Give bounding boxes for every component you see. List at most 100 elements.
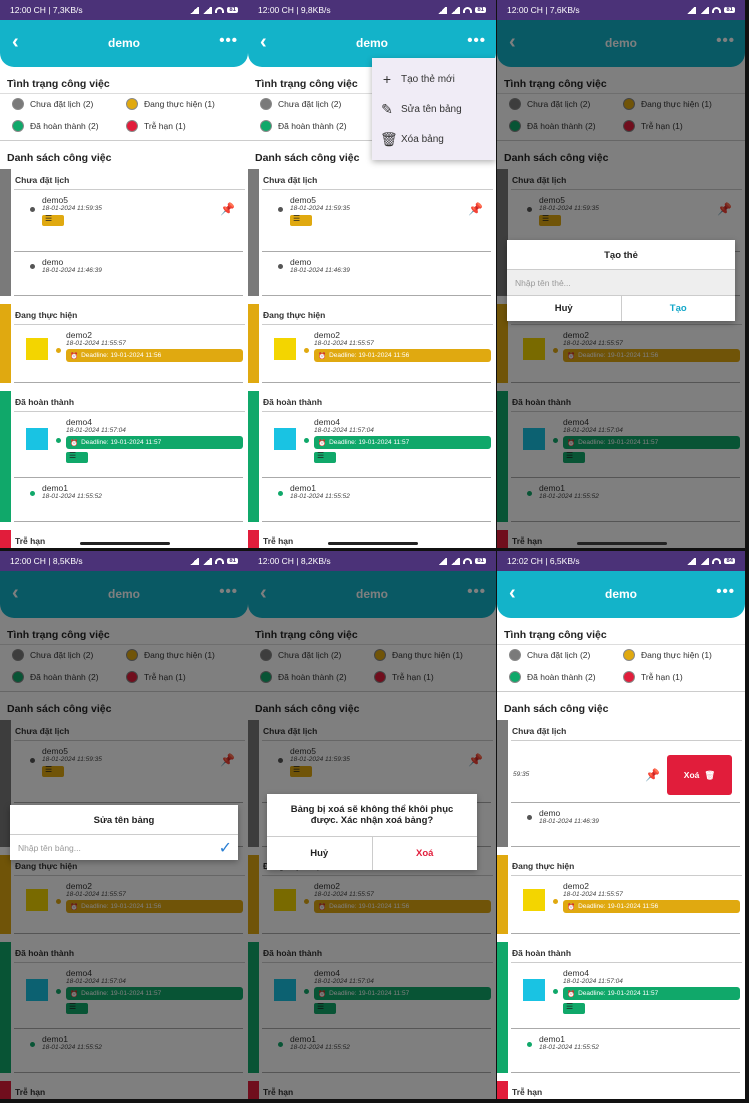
phone-screen: 12:00 CH | 8,5KB/s 81 ‹ demo ••• Tình tr… [0,551,248,1099]
status-time: 12:00 CH | 9,8KB/s [258,5,331,15]
card-dot [527,1042,532,1047]
card-name: demo1 [539,1034,565,1044]
dialog-title: Tạo thẻ [604,250,638,261]
signal-icon [437,557,448,565]
card-time: 18-01-2024 11:55:57 [563,891,623,898]
card-time: 18-01-2024 11:57:04 [66,427,126,434]
status-dot-icon [260,98,272,110]
group-color-bar [0,169,11,296]
gesture-bar[interactable] [80,542,170,545]
legend-item: Đã hoàn thành (2) [260,120,374,132]
task-card[interactable]: demo2 18-01-2024 11:55:57 ⏰Deadline: 19-… [14,325,243,383]
status-dot-icon [509,671,521,683]
task-card[interactable]: demo1 18-01-2024 11:55:52 [14,478,243,522]
pin-icon[interactable]: 📌 [468,202,483,216]
group-color-bar [497,855,508,934]
pin-icon[interactable]: 📌 [645,768,660,782]
board-name-input[interactable]: Nhập tên bảng... ✓ [10,834,238,860]
task-card[interactable]: demo1 18-01-2024 11:55:52 [262,478,491,522]
group-color-bar [248,391,259,522]
battery-icon: 81 [475,7,486,13]
menu-item-delete-board[interactable]: 🗑 Xóa bảng [372,124,496,154]
card-name: demo1 [290,483,316,493]
delete-button[interactable]: Xoá [371,837,478,870]
menu-item-create-card[interactable]: + Tạo thẻ mới [372,64,496,94]
gesture-bar[interactable] [328,542,418,545]
group-title: Trễ hạn [14,533,245,548]
group-done: Đã hoàn thành demo4 18-01-2024 11:57:04 … [0,391,248,522]
card-time: 18-01-2024 11:59:35 [42,205,102,212]
signal-icon [437,6,448,14]
signal-icon [189,6,200,14]
phone-screen: 12:00 CH | 9,8KB/s 81 ‹ demo ••• Tình tr… [248,0,496,548]
phone-screen: 12:00 CH | 7,3KB/s 81 ‹ demo ••• Tình tr… [0,0,248,548]
swipe-delete-button[interactable]: Xoá 🗑 [667,755,732,795]
status-bar: 12:00 CH | 8,5KB/s 81 [0,551,248,571]
create-card-dialog: Tạo thẻ Nhập tên thẻ... Huỷ Tạo [507,240,735,321]
task-card[interactable]: demo 18-01-2024 11:46:39 [262,252,491,296]
card-time: 18-01-2024 11:55:57 [314,340,374,347]
status-time: 12:00 CH | 8,2KB/s [258,556,331,566]
group-color-bar [248,169,259,296]
clock-icon: ⏰ [567,903,576,911]
group-title: Đã hoàn thành [511,945,742,963]
card-cover-image [26,338,48,360]
group-color-bar [497,720,508,847]
group-color-bar [248,304,259,383]
clock-icon: ⏰ [318,352,327,360]
clock-icon: ⏰ [567,990,576,998]
group-color-bar [0,304,11,383]
more-options-button[interactable]: ••• [716,583,735,600]
status-icons: 84 [686,557,735,565]
task-card[interactable]: demo 18-01-2024 11:46:39 [14,252,243,296]
legend-item: Đang thực hiện (1) [623,649,737,661]
signal-icon [189,557,200,565]
legend-item: Trễ hạn (1) [126,120,240,132]
gesture-bar[interactable] [577,542,667,545]
screenshot-grid: 12:00 CH | 7,3KB/s 81 ‹ demo ••• Tình tr… [0,0,749,1103]
create-button[interactable]: Tạo [620,296,736,321]
cancel-button[interactable]: Huỷ [507,296,621,321]
legend-item: Chưa đặt lịch (2) [12,98,126,110]
status-dot-icon [623,649,635,661]
status-legend: Chưa đặt lịch (2) Đang thực hiện (1) Đã … [497,644,745,692]
group-late: Trễ hạn demo3 18-01-2024 11:56:03 [248,530,496,548]
more-options-button[interactable]: ••• [467,32,486,49]
deadline-text: Deadline: 19-01-2024 11:56 [578,903,659,910]
task-card[interactable]: demo 18-01-2024 11:46:39 [511,803,740,847]
card-name-input[interactable]: Nhập tên thẻ... [507,269,735,295]
pin-icon[interactable]: 📌 [220,202,235,216]
task-card[interactable]: demo2 18-01-2024 11:55:57 ⏰Deadline: 19-… [511,876,740,934]
wifi-icon [463,558,473,564]
status-icons: 81 [686,6,735,14]
task-card[interactable]: demo1 18-01-2024 11:55:52 [511,1029,740,1073]
task-card[interactable]: 59:35 📌 Xoá 🗑 [511,741,740,803]
card-dot [278,264,283,269]
group-title: Chưa đặt lịch [262,172,493,190]
group-title: Chưa đặt lịch [511,723,742,741]
task-card[interactable]: demo5 18-01-2024 11:59:35 📌 [14,190,243,252]
status-time: 12:00 CH | 7,3KB/s [10,5,83,15]
more-options-button[interactable]: ••• [219,32,238,49]
group-unscheduled: Chưa đặt lịch 59:35 📌 Xoá 🗑 demo 18-01-20… [497,720,745,847]
group-title: Đang thực hiện [511,858,742,876]
card-time: 18-01-2024 11:55:52 [539,1044,599,1051]
wifi-icon [463,7,473,13]
task-card[interactable]: demo2 18-01-2024 11:55:57 ⏰Deadline: 19-… [262,325,491,383]
check-icon[interactable]: ✓ [219,838,232,858]
input-placeholder: Nhập tên bảng... [18,843,81,853]
task-card[interactable]: demo5 18-01-2024 11:59:35 📌 [262,190,491,252]
cancel-button[interactable]: Huỷ [267,837,372,870]
menu-item-rename-board[interactable]: ✎ Sửa tên bảng [372,94,496,124]
task-card[interactable]: demo4 18-01-2024 11:57:04 ⏰Deadline: 19-… [511,963,740,1029]
app-header: ‹ demo ••• [497,571,745,618]
signal-icon [450,557,461,565]
checklist-icon [290,214,312,226]
delete-board-dialog: Bảng bị xoá sẽ không thể khôi phục được.… [267,794,477,870]
legend-label: Đã hoàn thành (2) [30,121,99,131]
card-dot [56,348,61,353]
wifi-icon [712,7,722,13]
battery-icon: 81 [724,7,735,13]
task-card[interactable]: demo4 18-01-2024 11:57:04 ⏰Deadline: 19-… [262,412,491,478]
task-card[interactable]: demo4 18-01-2024 11:57:04 ⏰Deadline: 19-… [14,412,243,478]
